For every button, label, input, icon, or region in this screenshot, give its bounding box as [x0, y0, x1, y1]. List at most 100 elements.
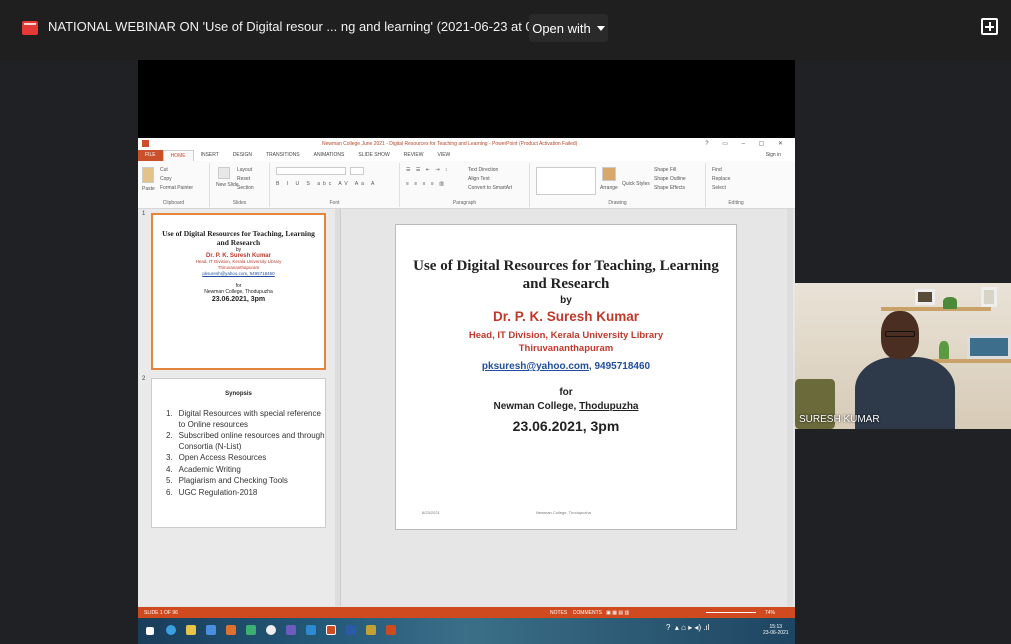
- tab-view[interactable]: VIEW: [431, 150, 458, 161]
- group-label-clipboard: Clipboard: [162, 200, 185, 206]
- list-item: 4. Academic Writing: [166, 464, 241, 474]
- list-item: 2. Subscribed online resources and throug…: [166, 431, 325, 451]
- reset-button[interactable]: Reset: [237, 176, 250, 182]
- new-slide-icon[interactable]: [218, 167, 230, 179]
- explorer-icon[interactable]: [186, 625, 196, 635]
- group-paragraph: ☰ ☰ ⇤ ⇥ ↕ ≡ ≡ ≡ ≡ ▥ Text Direction Align…: [400, 163, 530, 207]
- thumb-email: pksuresh@yahoo.com, 9495718460: [202, 271, 275, 276]
- plant-decor: [939, 341, 949, 359]
- app-icon[interactable]: [286, 625, 296, 635]
- add-to-drive-icon[interactable]: [981, 18, 998, 35]
- arrange-button[interactable]: Arrange: [600, 185, 618, 191]
- section-button[interactable]: Section: [237, 185, 254, 191]
- powerpoint-icon[interactable]: [326, 625, 336, 635]
- copy-button[interactable]: Copy: [160, 176, 172, 182]
- main-slide[interactable]: Use of Digital Resources for Teaching, L…: [395, 224, 737, 530]
- replace-button[interactable]: Replace: [712, 176, 730, 182]
- tab-home[interactable]: HOME: [162, 150, 194, 161]
- thumbnails-scrollbar[interactable]: [335, 209, 340, 606]
- ie-icon[interactable]: [166, 625, 176, 635]
- app-icon[interactable]: [206, 625, 216, 635]
- group-drawing: Arrange Quick Styles Shape Fill Shape Ou…: [530, 163, 706, 207]
- text-direction-button[interactable]: Text Direction: [468, 167, 498, 173]
- slide-for: for: [559, 387, 573, 398]
- align-text-button[interactable]: Align Text: [468, 176, 490, 182]
- word-icon[interactable]: [346, 625, 356, 635]
- paste-icon[interactable]: [142, 167, 154, 183]
- plant-decor: [943, 297, 957, 309]
- document-title: NATIONAL WEBINAR ON 'Use of Digital reso…: [48, 19, 606, 34]
- tab-review[interactable]: REVIEW: [397, 150, 431, 161]
- cut-button[interactable]: Cut: [160, 167, 168, 173]
- app-icon[interactable]: [246, 625, 256, 635]
- ppt-app-icon: [142, 140, 149, 147]
- slide-scrollbar[interactable]: [787, 209, 793, 606]
- find-button[interactable]: Find: [712, 167, 722, 173]
- slide-thumbnails-pane[interactable]: 1 Use of Digital Resources for Teaching,…: [138, 209, 341, 606]
- slide-by: by: [560, 295, 572, 306]
- tab-file[interactable]: FILE: [138, 150, 163, 161]
- arrange-icon[interactable]: [602, 167, 616, 181]
- system-tray[interactable]: ? ▴ ⌂ ▸ ◂) .ıl: [666, 623, 710, 632]
- video-stage[interactable]: Newman College June 2021 - Digital Resou…: [138, 60, 795, 644]
- ribbon-tabs: FILE HOME INSERT DESIGN TRANSITIONS ANIM…: [138, 150, 795, 161]
- group-clipboard: Paste Cut Copy Format Painter Clipboard: [138, 163, 210, 207]
- shapes-gallery[interactable]: [536, 167, 596, 195]
- app-icon[interactable]: [226, 625, 236, 635]
- group-font: B I U S abc AV Aa A Font: [270, 163, 400, 207]
- quick-styles-button[interactable]: Quick Styles: [622, 181, 650, 187]
- open-with-button[interactable]: Open with: [529, 14, 608, 42]
- tab-transitions[interactable]: TRANSITIONS: [259, 150, 307, 161]
- app-icon[interactable]: [366, 625, 376, 635]
- slide-thumbnail-2[interactable]: Synopsis 1. Digital Resources with specia…: [151, 378, 326, 528]
- shape-fill-button[interactable]: Shape Fill: [654, 167, 676, 173]
- app-icon[interactable]: [386, 625, 396, 635]
- thumb-number: 2: [142, 376, 146, 382]
- comments-button[interactable]: COMMENTS: [573, 610, 602, 616]
- windows-start-icon[interactable]: [146, 627, 154, 635]
- align-buttons[interactable]: ≡ ≡ ≡ ≡ ▥: [406, 181, 446, 187]
- group-label-slides: Slides: [232, 200, 247, 206]
- new-slide-button[interactable]: New Slide: [216, 182, 239, 188]
- convert-smartart-button[interactable]: Convert to SmartArt: [468, 185, 512, 191]
- font-name-select[interactable]: [276, 167, 346, 175]
- window-controls[interactable]: ? ▭ – ▢ ✕: [705, 140, 789, 147]
- caret-down-icon: [596, 25, 605, 31]
- layout-button[interactable]: Layout: [237, 167, 252, 173]
- windows-taskbar: ? ▴ ⌂ ▸ ◂) .ıl 15:13 23-06-2021: [138, 618, 795, 644]
- font-size-select[interactable]: [350, 167, 364, 175]
- thumb-synopsis-heading: Synopsis: [225, 391, 252, 397]
- chrome-icon[interactable]: [266, 625, 276, 635]
- shape-effects-button[interactable]: Shape Effects: [654, 185, 685, 191]
- notes-button[interactable]: NOTES: [550, 610, 567, 616]
- group-label-paragraph: Paragraph: [452, 200, 477, 206]
- sign-in-link[interactable]: Sign in: [766, 152, 781, 158]
- list-item: 1. Digital Resources with special referen…: [166, 409, 321, 429]
- tab-insert[interactable]: INSERT: [194, 150, 226, 161]
- slide-thumbnail-1[interactable]: Use of Digital Resources for Teaching, L…: [151, 213, 326, 370]
- slide-contact: pksuresh@yahoo.com, 9495718460: [481, 361, 651, 372]
- paste-button[interactable]: Paste: [142, 186, 155, 192]
- picture-frame: [967, 335, 1011, 359]
- slide-affiliation: Head, IT Division, Kerala University Lib…: [468, 330, 664, 354]
- tab-design[interactable]: DESIGN: [226, 150, 259, 161]
- ribbon: Paste Cut Copy Format Painter Clipboard …: [138, 161, 795, 209]
- ppt-titlebar: Newman College June 2021 - Digital Resou…: [138, 138, 795, 150]
- zoom-level[interactable]: 74%: [765, 610, 775, 616]
- thumb-date: 23.06.2021, 3pm: [211, 296, 266, 303]
- format-painter-button[interactable]: Format Painter: [160, 185, 193, 191]
- zoom-slider[interactable]: [706, 612, 756, 613]
- shape-outline-button[interactable]: Shape Outline: [654, 176, 686, 182]
- app-icon[interactable]: [306, 625, 316, 635]
- status-buttons[interactable]: NOTES COMMENTS ▣ ▦ ▤ ▥: [550, 610, 629, 616]
- slide-footer-date: 6/23/2021: [422, 510, 440, 515]
- list-buttons[interactable]: ☰ ☰ ⇤ ⇥ ↕: [406, 167, 449, 173]
- ppt-body: 1 Use of Digital Resources for Teaching,…: [138, 209, 795, 644]
- select-button[interactable]: Select: [712, 185, 726, 191]
- webcam-tile: SURESH KUMAR: [795, 283, 1011, 429]
- tab-animations[interactable]: ANIMATIONS: [307, 150, 352, 161]
- picture-frame: [915, 289, 935, 305]
- list-item: 6. UGC Regulation-2018: [166, 487, 258, 497]
- font-format-buttons[interactable]: B I U S abc AV Aa A: [276, 181, 377, 187]
- tab-slide-show[interactable]: SLIDE SHOW: [351, 150, 396, 161]
